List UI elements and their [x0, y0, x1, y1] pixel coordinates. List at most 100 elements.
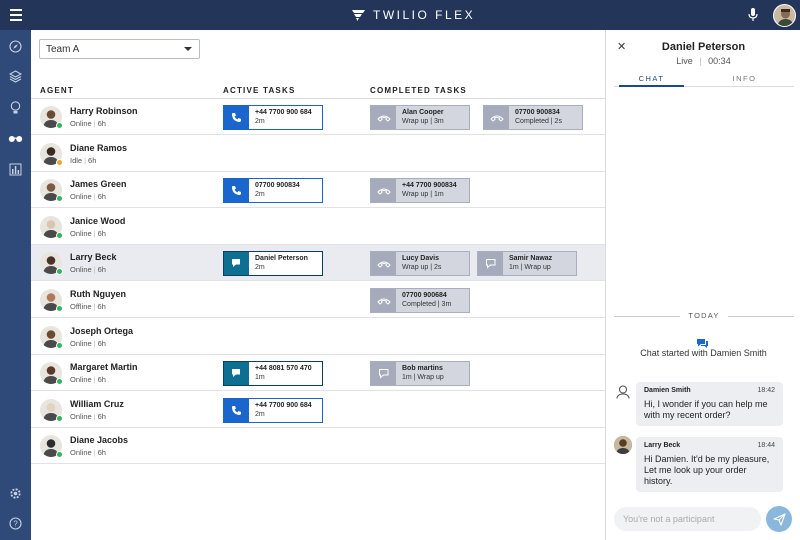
- completed-task-card[interactable]: Alan Cooper Wrap up | 3m: [370, 105, 470, 130]
- agent-activity-label: Online: [70, 265, 92, 275]
- agent-row[interactable]: Joseph Ortega Online | 6h: [31, 319, 605, 355]
- task-details: Daniel Peterson 2m: [249, 252, 322, 275]
- completed-task-card[interactable]: +44 7700 900834 Wrap up | 1m: [370, 178, 470, 204]
- task-title: +44 7700 900 684: [255, 401, 312, 409]
- chat-message: Larry Beck 18:44 Hi Damien. It'd be my p…: [636, 437, 783, 492]
- agent-activity-duration: 6h: [97, 192, 106, 202]
- task-details: Lucy Davis Wrap up | 2s: [396, 252, 469, 275]
- agent-activity-duration: 6h: [97, 411, 106, 421]
- tab-chat[interactable]: CHAT: [619, 74, 684, 83]
- completed-task-card[interactable]: 07700 900834 Completed | 2s: [483, 105, 583, 130]
- agent-name: James Green: [70, 179, 127, 190]
- agent-name: Joseph Ortega: [70, 325, 134, 336]
- agent-row[interactable]: Ruth Nguyen Offline | 6h 07700 900684 Complet…: [31, 282, 605, 318]
- tab-info[interactable]: INFO: [712, 74, 777, 83]
- active-task-card[interactable]: Daniel Peterson 2m: [223, 251, 323, 277]
- active-task-card[interactable]: +44 8081 570 470 1m: [223, 361, 323, 387]
- team-select-value: Team A: [46, 44, 80, 55]
- agent-row[interactable]: Janice Wood Online | 6h: [31, 209, 605, 245]
- message-text: Hi, I wonder if you can help me with my …: [644, 399, 768, 420]
- agent-row[interactable]: Larry Beck Online | 6h Daniel Peterson 2m Lucy…: [31, 245, 605, 282]
- agent-row[interactable]: Harry Robinson Online | 6h +44 7700 900 684 2…: [31, 99, 605, 135]
- task-meta: 1m | Wrap up: [509, 264, 551, 272]
- gear-icon[interactable]: [8, 486, 23, 501]
- hamburger-menu-icon[interactable]: [10, 9, 22, 21]
- phone-icon: [224, 398, 249, 422]
- user-avatar[interactable]: [773, 4, 796, 27]
- task-status: Live | 00:34: [676, 56, 731, 66]
- chat-icon: [371, 362, 396, 386]
- agent-activity: Online | 6h: [70, 375, 106, 384]
- task-title: 07700 900834: [515, 109, 560, 116]
- agent-row[interactable]: Margaret Martin Online | 6h +44 8081 570 470…: [31, 355, 605, 392]
- phone-icon: [224, 179, 249, 203]
- agent-activity: Online | 6h: [70, 448, 106, 457]
- message-input[interactable]: [614, 507, 761, 531]
- agent-activity-label: Online: [70, 192, 92, 202]
- agent-activity: Online | 6h: [70, 192, 106, 201]
- agent-activity-label: Online: [70, 411, 92, 421]
- task-details: +44 7700 900834 Wrap up | 1m: [396, 179, 469, 202]
- separator: |: [93, 119, 96, 128]
- customer-avatar-icon: [614, 383, 632, 401]
- flex-logo-icon: [352, 9, 365, 21]
- chat-message: Damien Smith 18:42 Hi, I wonder if you c…: [636, 382, 783, 426]
- chat-icon: [224, 252, 249, 276]
- microphone-icon[interactable]: [748, 8, 758, 22]
- lightbulb-icon[interactable]: [8, 100, 23, 115]
- team-select[interactable]: Team A: [39, 39, 200, 59]
- task-title: Daniel Peterson: [255, 255, 308, 263]
- task-details: 07700 900834 Completed | 2s: [509, 106, 582, 129]
- agent-activity-duration: 6h: [97, 375, 106, 385]
- completed-task-card[interactable]: Bob martins 1m | Wrap up: [370, 361, 470, 387]
- agent-row[interactable]: Diane Jacobs Online | 6h: [31, 428, 605, 465]
- chat-icon: [478, 252, 503, 276]
- phone-icon: [224, 106, 249, 129]
- supervisor-glasses-icon[interactable]: [8, 131, 23, 146]
- agent-name: Ruth Nguyen: [70, 289, 126, 299]
- task-meta: Wrap up | 1m: [402, 191, 444, 199]
- active-task-card[interactable]: +44 7700 900 684 2m: [223, 105, 323, 130]
- bar-chart-icon[interactable]: [8, 162, 23, 177]
- layers-icon[interactable]: [8, 69, 23, 84]
- separator: |: [93, 448, 96, 458]
- active-task-card[interactable]: +44 7700 900 684 2m: [223, 397, 323, 423]
- completed-task-card[interactable]: Samir Nawaz 1m | Wrap up: [477, 251, 577, 277]
- chevron-down-icon: [184, 47, 192, 51]
- help-icon[interactable]: ?: [8, 516, 23, 531]
- agents-view: Team A AGENT ACTIVE TASKS COMPLETED TASK…: [31, 30, 605, 540]
- send-button[interactable]: [766, 506, 792, 532]
- agent-row[interactable]: James Green Online | 6h 07700 900834 2m +44 77…: [31, 172, 605, 209]
- agent-name: Janice Wood: [70, 215, 126, 226]
- task-title: Samir Nawaz: [509, 255, 553, 263]
- completed-task-card[interactable]: 07700 900684 Completed | 3m: [370, 288, 470, 313]
- task-details: 07700 900834 2m: [249, 179, 322, 202]
- hangup-icon: [484, 106, 509, 129]
- task-title: 07700 900834: [255, 182, 300, 190]
- separator: |: [93, 302, 96, 311]
- active-task-card[interactable]: 07700 900834 2m: [223, 178, 323, 204]
- status-indicator: [56, 268, 63, 276]
- task-meta: 2m: [255, 410, 265, 418]
- hangup-icon: [371, 252, 396, 276]
- completed-task-card[interactable]: Lucy Davis Wrap up | 2s: [370, 251, 470, 277]
- hangup-icon: [371, 289, 396, 312]
- agent-activity-label: Online: [70, 228, 92, 238]
- task-meta: Wrap up | 2s: [402, 264, 442, 272]
- status-indicator: [56, 195, 63, 203]
- column-header-completed-tasks: COMPLETED TASKS: [370, 86, 467, 95]
- message-time: 18:42: [757, 387, 775, 394]
- task-meta: 1m: [255, 374, 265, 382]
- task-meta: Completed | 2s: [515, 118, 562, 125]
- agent-row[interactable]: William Cruz Online | 6h +44 7700 900 684 2m: [31, 392, 605, 428]
- compass-icon[interactable]: [8, 39, 23, 54]
- side-nav: ?: [0, 30, 31, 540]
- agent-activity: Online | 6h: [70, 412, 106, 421]
- tab-active-indicator: [619, 85, 684, 87]
- agent-row[interactable]: Diane Ramos Idle | 6h: [31, 136, 605, 172]
- agent-activity: Online | 6h: [70, 339, 106, 348]
- task-details: Alan Cooper Wrap up | 3m: [396, 106, 469, 129]
- agent-activity-label: Idle: [70, 155, 83, 165]
- agent-activity-duration: 6h: [97, 265, 106, 275]
- task-title: +44 8081 570 470: [255, 365, 312, 373]
